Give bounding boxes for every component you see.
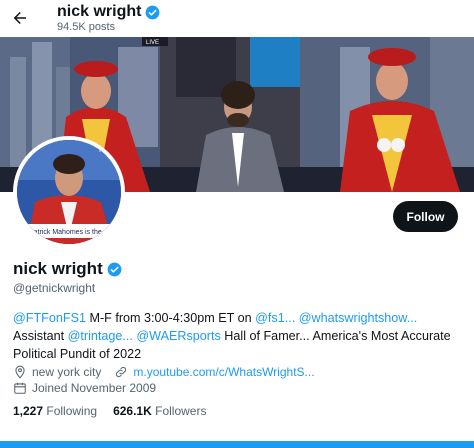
avatar-ring[interactable]: Patrick Mahomes is the FS1 (13, 136, 125, 248)
joined-date: Joined November 2009 (32, 381, 157, 395)
follow-counts: 1,227 Following 626.1K Followers (13, 404, 206, 418)
verified-badge-icon[interactable] (107, 262, 122, 277)
profile-bio: @FTFonFS1 M-F from 3:00-4:30pm ET on @fs… (13, 309, 465, 363)
bio-mention-ftfonfs1[interactable]: @FTFonFS1 (13, 311, 86, 325)
followers-label: Followers (155, 404, 207, 418)
bio-mention-fs1[interactable]: @fs1... (255, 311, 295, 325)
header-name-row: nick wright (57, 3, 160, 21)
avatar-caption: Patrick Mahomes is the (29, 229, 102, 236)
back-button[interactable] (6, 4, 34, 32)
bio-mention-whatswrightshow[interactable]: @whatswrightshow... (299, 311, 417, 325)
banner-live-bug: LIVE (146, 40, 159, 46)
display-name: nick wright (13, 259, 103, 278)
bio-text: Assistant (13, 329, 68, 343)
verified-badge-icon (146, 5, 160, 19)
bio-mention-trintage[interactable]: @trintage... (68, 329, 133, 343)
bio-text: M-F from 3:00-4:30pm ET on (85, 311, 256, 325)
location-text: new york city (32, 365, 102, 379)
user-handle: @getnickwright (13, 281, 96, 295)
followers-number: 626.1K (113, 404, 152, 418)
following-label: Following (46, 404, 98, 418)
profile-header-bar: nick wright 94.5K posts (0, 0, 474, 37)
followers-count[interactable]: 626.1K Followers (113, 404, 206, 418)
arrow-left-icon (13, 12, 26, 24)
calendar-icon (13, 381, 27, 395)
avatar[interactable]: Patrick Mahomes is the FS1 (17, 140, 121, 244)
joined-row: Joined November 2009 (13, 381, 156, 395)
link-icon (114, 365, 128, 379)
profile-meta-row: new york city m.youtube.com/c/WhatsWrigh… (13, 365, 315, 379)
location-pin-icon (13, 365, 27, 379)
following-number: 1,227 (13, 404, 44, 418)
profile-website-link[interactable]: m.youtube.com/c/WhatsWrightS... (133, 365, 314, 379)
display-name-row: nick wright (13, 259, 122, 279)
following-count[interactable]: 1,227 Following (13, 404, 97, 418)
post-count: 94.5K posts (57, 21, 116, 33)
follow-button[interactable]: Follow (393, 201, 458, 232)
bio-mention-waersports[interactable]: @WAERsports (136, 329, 220, 343)
tab-bar-edge (0, 441, 474, 448)
avatar-image: Patrick Mahomes is the FS1 (17, 140, 121, 244)
header-name: nick wright (57, 3, 142, 20)
